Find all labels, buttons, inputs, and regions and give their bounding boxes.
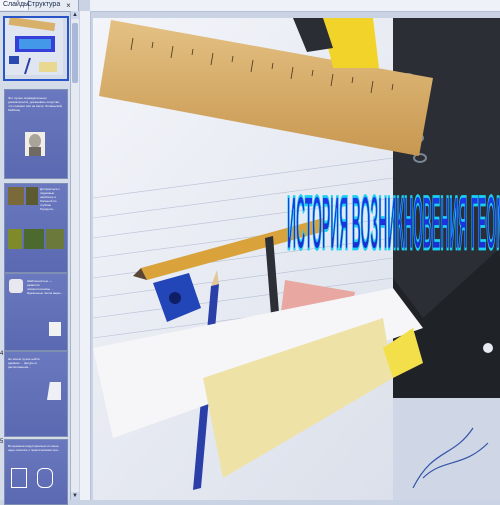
photo: [8, 229, 22, 249]
slide-title[interactable]: ИСТОРИЯ ВОЗНИКНОВЕНИЯ ГЕОМЕТРИИ: [283, 158, 500, 298]
horizontal-ruler: [90, 0, 500, 12]
thumbnail-text: Не зачем лучше найти древние ... фигуры …: [8, 357, 40, 369]
slide-thumbnail-4[interactable]: Шаблонностью — развития поворотоосновы .…: [4, 273, 68, 351]
title-text: ИСТОРИЯ ВОЗНИКНОВЕНИЯ ГЕОМЕТРИИ: [287, 180, 500, 265]
slides-panel: Слайды Структура × Это лучше оправдатель…: [0, 0, 79, 505]
close-icon[interactable]: ×: [64, 1, 73, 10]
figure-image: [49, 322, 61, 336]
scroll-up-icon[interactable]: ▲: [71, 11, 79, 19]
tab-outline[interactable]: Структура: [24, 0, 60, 10]
thumbnail-text: Это лучше оправдательных доказательств, …: [8, 96, 63, 112]
slide-thumbnail-3[interactable]: Доторкиться к подножью наиболее и большо…: [4, 183, 68, 273]
slide-thumbnail-5[interactable]: Не зачем лучше найти древние ... фигуры …: [4, 351, 68, 437]
photo: [46, 229, 64, 249]
thumbnail-text: Во времена индустриально по меня, надо о…: [8, 444, 61, 452]
scrollbar-thumb[interactable]: [72, 23, 78, 83]
figure-image: [9, 279, 23, 293]
slide-thumbnail-6[interactable]: Во времена индустриально по меня, надо о…: [4, 439, 68, 505]
slide-number: 4: [0, 351, 4, 357]
thumbnail-text: Доторкиться к подножью наиболее и большо…: [40, 187, 60, 211]
panel-scrollbar[interactable]: ▲ ▼: [70, 11, 79, 500]
figure-image: [11, 468, 27, 488]
slide-thumbnail-1[interactable]: [3, 16, 69, 81]
thumbnail-text: Шаблонностью — развития поворотоосновы .…: [27, 279, 63, 295]
thumbnail-image: [5, 16, 63, 75]
figure-image: [37, 468, 53, 488]
slide-canvas[interactable]: ИСТОРИЯ ВОЗНИКНОВЕНИЯ ГЕОМЕТРИИ: [93, 18, 500, 500]
vertical-ruler: [80, 11, 91, 500]
photo: [24, 229, 44, 249]
portrait-image: [25, 132, 45, 156]
photo: [26, 187, 38, 205]
slide-number: 5: [0, 439, 4, 445]
scroll-down-icon[interactable]: ▼: [71, 492, 79, 500]
thumbnail-list: Это лучше оправдательных доказательств, …: [0, 11, 70, 505]
slide-thumbnail-2[interactable]: Это лучше оправдательных доказательств, …: [4, 89, 68, 179]
photo: [8, 187, 24, 205]
